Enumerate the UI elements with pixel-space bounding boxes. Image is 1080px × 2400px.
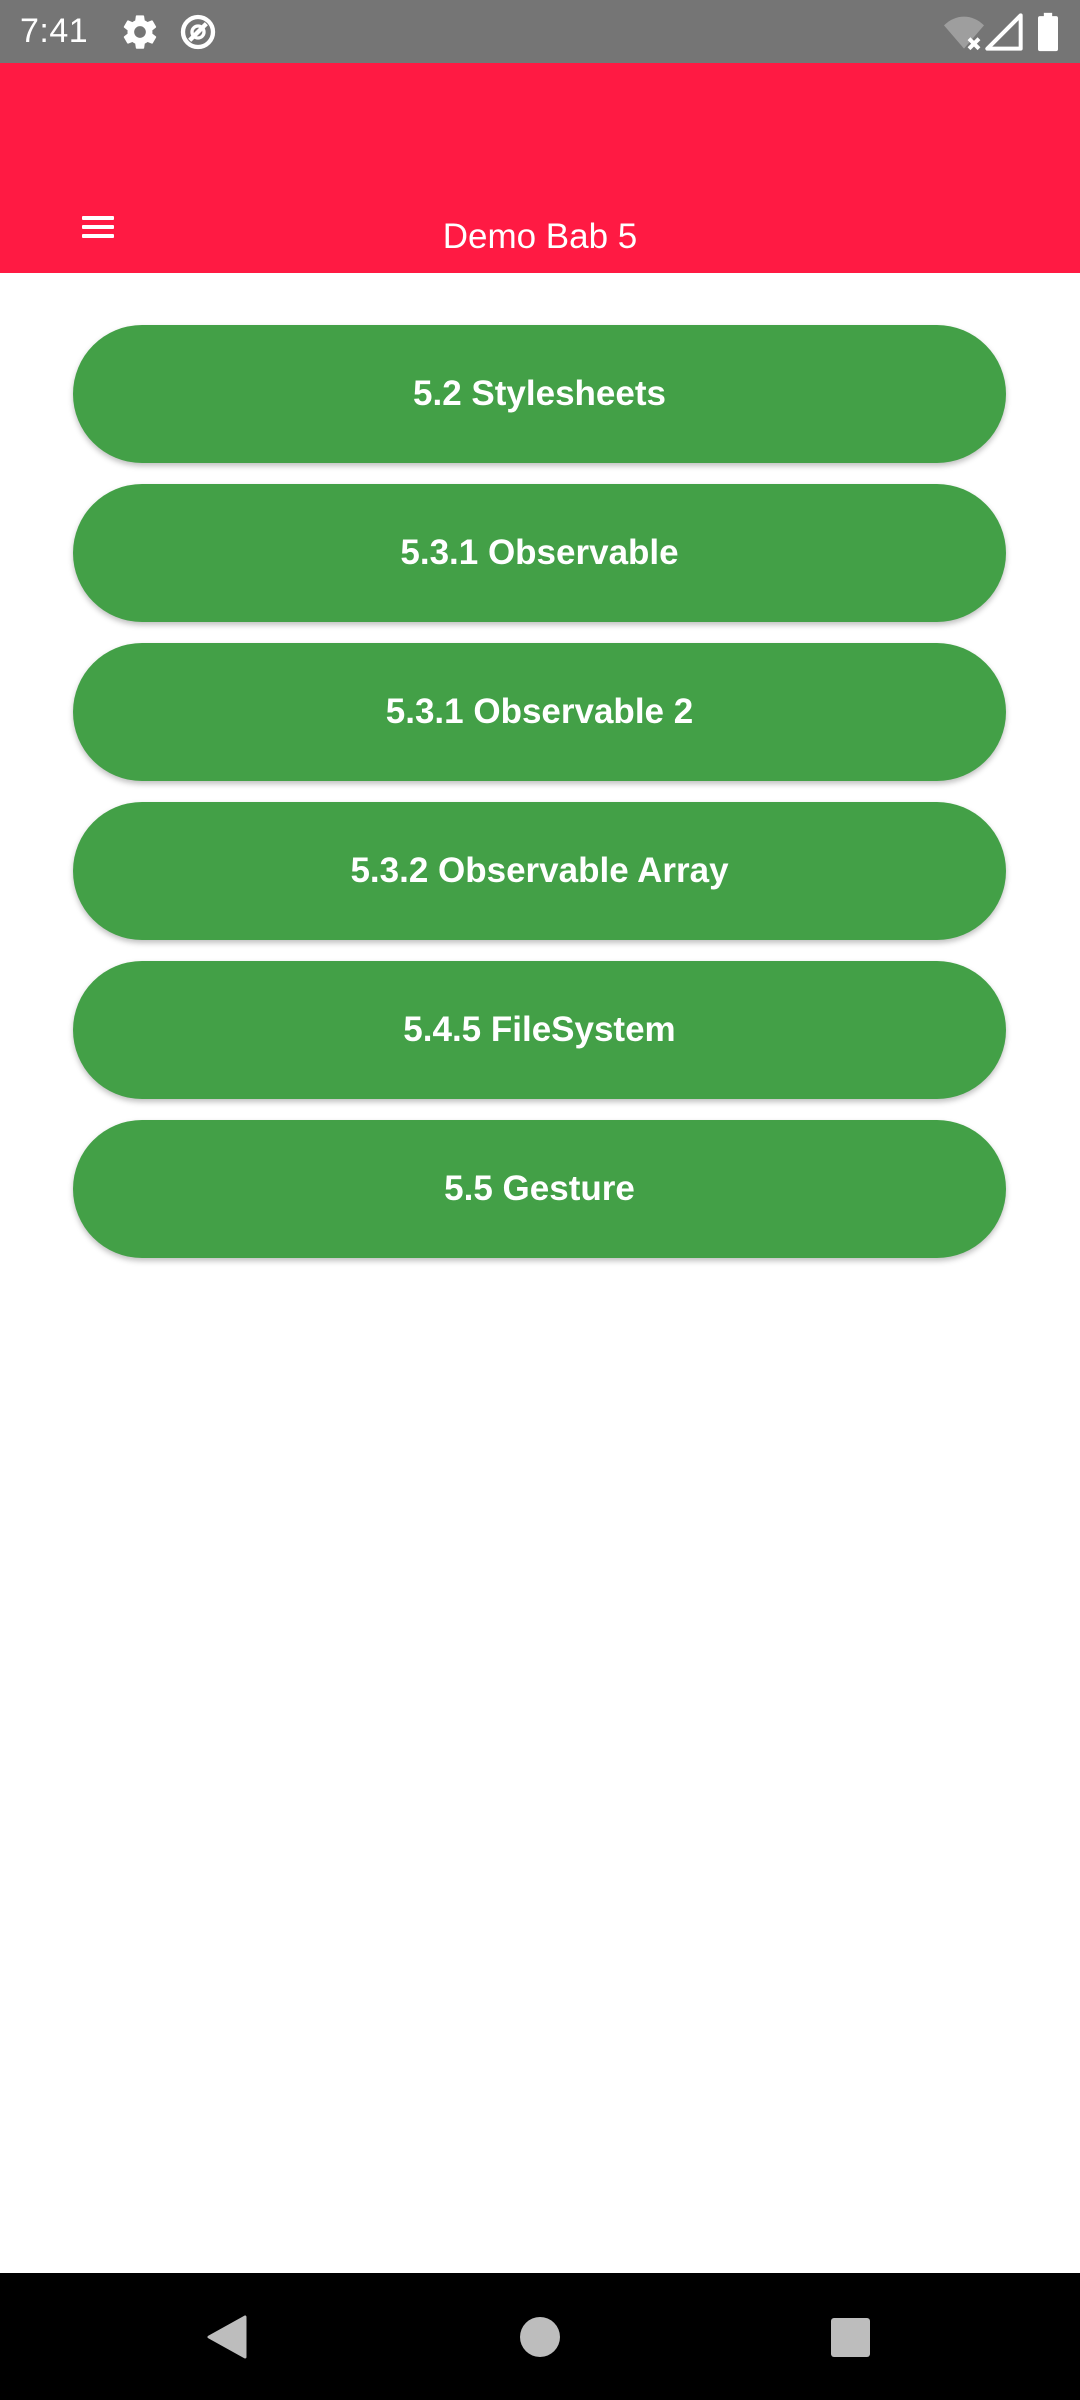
signal-icon	[984, 12, 1024, 52]
screen: 7:41 Demo Bab 5 5.2 Stylesheets 5.3.1 Ob…	[0, 0, 1080, 2400]
observable-array-button[interactable]: 5.3.2 Observable Array	[73, 802, 1006, 940]
recents-icon[interactable]	[831, 2318, 870, 2357]
back-icon[interactable]	[205, 2315, 247, 2359]
battery-icon	[1036, 12, 1060, 52]
wifi-off-icon	[942, 12, 986, 52]
gear-icon	[120, 12, 160, 52]
status-bar: 7:41	[0, 0, 1080, 63]
sync-off-icon	[178, 12, 218, 52]
observable-button[interactable]: 5.3.1 Observable	[73, 484, 1006, 622]
home-icon[interactable]	[520, 2317, 560, 2357]
navigation-bar	[0, 2273, 1080, 2400]
filesystem-button[interactable]: 5.4.5 FileSystem	[73, 961, 1006, 1099]
page-title: Demo Bab 5	[442, 217, 638, 256]
gesture-button[interactable]: 5.5 Gesture	[73, 1120, 1006, 1258]
button-list: 5.2 Stylesheets 5.3.1 Observable 5.3.1 O…	[73, 325, 1006, 1279]
observable-2-button[interactable]: 5.3.1 Observable 2	[73, 643, 1006, 781]
status-time: 7:41	[20, 12, 89, 50]
app-bar: Demo Bab 5	[0, 63, 1080, 273]
stylesheets-button[interactable]: 5.2 Stylesheets	[73, 325, 1006, 463]
